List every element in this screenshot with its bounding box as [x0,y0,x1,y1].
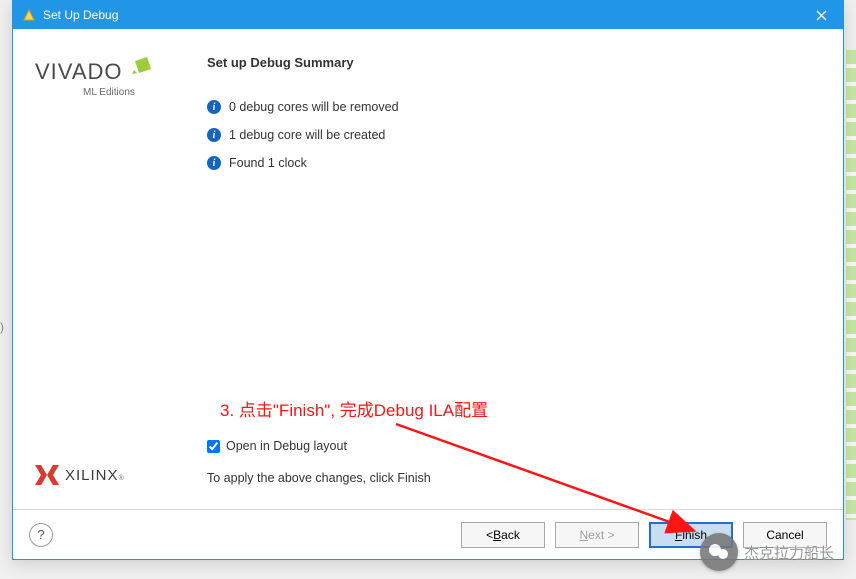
summary-item: i 1 debug core will be created [207,128,819,142]
next-button: Next > [555,522,639,548]
close-button[interactable] [799,1,843,29]
info-icon: i [207,156,221,170]
info-icon: i [207,100,221,114]
app-icon [21,7,37,23]
checkbox-label: Open in Debug layout [226,439,347,453]
background-left-fragment: ) [0,320,4,334]
dialog-main: VIVADO ML Editions XILINX ® Set u [13,29,843,509]
content-area: Set up Debug Summary i 0 debug cores wil… [193,29,843,509]
finish-button[interactable]: Finish [649,522,733,548]
setup-debug-dialog: Set Up Debug VIVADO ML Editions [12,0,844,560]
sidebar: VIVADO ML Editions XILINX ® [13,29,193,509]
checkbox-input[interactable] [207,440,220,453]
titlebar: Set Up Debug [13,1,843,29]
open-debug-layout-checkbox[interactable]: Open in Debug layout [207,439,819,453]
summary-heading: Set up Debug Summary [207,55,819,70]
background-strip [846,50,856,520]
vivado-logo: VIVADO ML Editions [35,55,155,116]
dialog-footer: ? < Back Next > Finish Cancel [13,509,843,559]
xilinx-text: XILINX [65,467,119,484]
dialog-body: VIVADO ML Editions XILINX ® Set u [13,29,843,559]
xilinx-logo: XILINX ® [35,463,181,487]
help-button[interactable]: ? [29,523,53,547]
summary-item: i 0 debug cores will be removed [207,100,819,114]
back-button[interactable]: < Back [461,522,545,548]
window-title: Set Up Debug [43,8,799,22]
svg-text:VIVADO: VIVADO [35,59,123,84]
summary-item-text: 0 debug cores will be removed [229,100,399,114]
summary-item: i Found 1 clock [207,156,819,170]
info-icon: i [207,128,221,142]
cancel-button[interactable]: Cancel [743,522,827,548]
apply-instruction: To apply the above changes, click Finish [207,471,819,485]
bottom-block: Open in Debug layout To apply the above … [207,439,819,499]
svg-text:ML Editions: ML Editions [83,87,135,98]
summary-item-text: 1 debug core will be created [229,128,385,142]
summary-item-text: Found 1 clock [229,156,307,170]
